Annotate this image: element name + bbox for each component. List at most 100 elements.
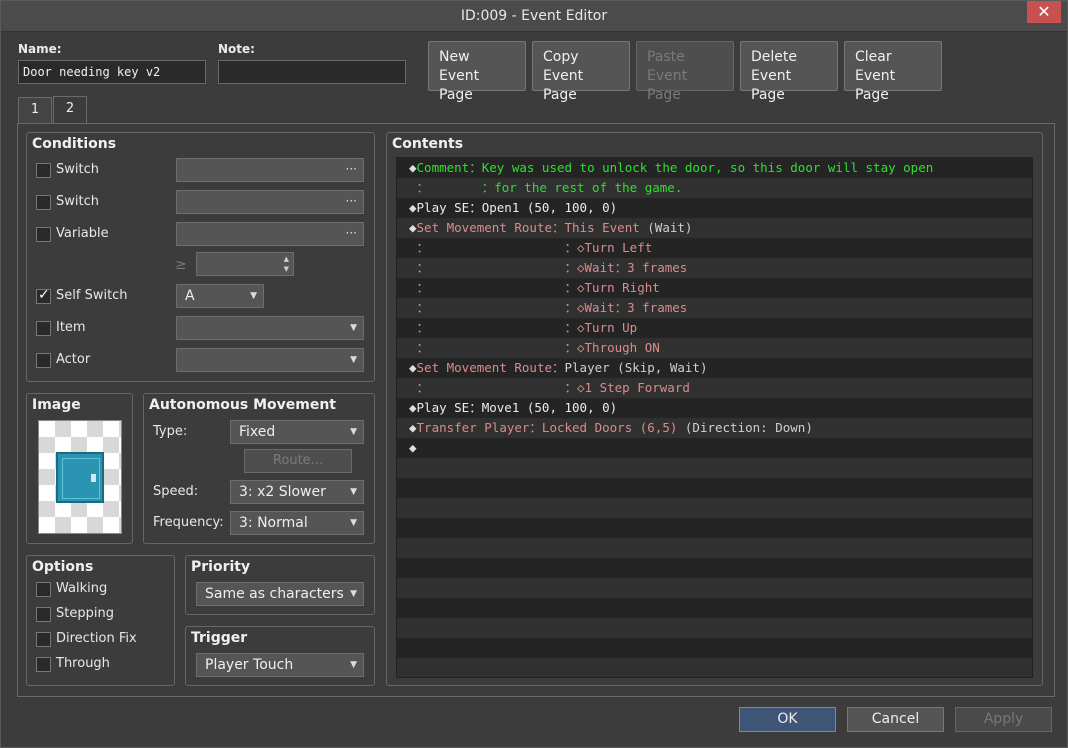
command-text: Play SE：Open1 (50, 100, 0) <box>416 200 618 215</box>
command-text: ： ：◇Turn Left <box>409 240 653 255</box>
actor-select[interactable]: ▼ <box>176 348 364 372</box>
command-row[interactable] <box>397 458 1032 478</box>
gte-symbol: ≥ <box>175 257 187 273</box>
speed-select[interactable]: 3: x2 Slower ▼ <box>230 480 364 504</box>
command-text: ： ：◇1 Step Forward <box>409 380 690 395</box>
switch1-picker[interactable]: ··· <box>176 158 364 182</box>
variable-value-spinner[interactable]: ▲ ▼ <box>196 252 294 276</box>
command-text: Comment：Key was used to unlock the door,… <box>416 160 934 175</box>
paste-event-page-button[interactable]: Paste Event Page <box>636 41 734 103</box>
note-input[interactable] <box>218 60 406 84</box>
item-select[interactable]: ▼ <box>176 316 364 340</box>
switch2-checkbox[interactable] <box>36 195 51 210</box>
command-row[interactable]: ： ：◇Wait：3 frames <box>397 298 1032 318</box>
apply-button[interactable]: Apply <box>955 707 1052 732</box>
self-switch-checkbox[interactable] <box>36 287 51 304</box>
command-text: ◆ <box>409 400 417 415</box>
command-row[interactable]: ： ：◇Turn Right <box>397 278 1032 298</box>
stepping-checkbox[interactable] <box>36 607 51 622</box>
options-title: Options <box>32 559 94 575</box>
chevron-down-icon: ▼ <box>350 589 357 599</box>
switch2-picker[interactable]: ··· <box>176 190 364 214</box>
command-text: ： ：◇Wait：3 frames <box>409 300 688 315</box>
copy-event-page-button[interactable]: Copy Event Page <box>532 41 630 103</box>
command-row[interactable] <box>397 658 1032 677</box>
command-row[interactable]: ◆Play SE：Open1 (50, 100, 0) <box>397 198 1032 218</box>
close-button[interactable]: ✕ <box>1027 1 1061 23</box>
new-event-page-button[interactable]: New Event Page <box>428 41 526 103</box>
clear-event-page-button[interactable]: Clear Event Page <box>844 41 942 103</box>
self-switch-select[interactable]: A ▼ <box>176 284 264 308</box>
event-graphic[interactable] <box>38 420 122 534</box>
command-row[interactable] <box>397 618 1032 638</box>
command-row[interactable] <box>397 578 1032 598</box>
command-row[interactable] <box>397 638 1032 658</box>
chevron-down-icon: ▼ <box>350 660 357 670</box>
direction-fix-label: Direction Fix <box>56 631 137 646</box>
command-row[interactable] <box>397 518 1032 538</box>
variable-picker[interactable]: ··· <box>176 222 364 246</box>
command-row[interactable]: ◆Transfer Player：Locked Doors (6,5) (Dir… <box>397 418 1032 438</box>
ellipsis-icon: ··· <box>345 226 357 240</box>
chevron-down-icon: ▼ <box>350 355 357 365</box>
ellipsis-icon: ··· <box>345 162 357 176</box>
command-text: Player (Skip, Wait) <box>564 360 708 375</box>
type-label: Type: <box>153 424 188 439</box>
spinner-arrows-icon[interactable]: ▲ ▼ <box>284 254 289 274</box>
command-row[interactable] <box>397 498 1032 518</box>
command-text: ： ：◇Turn Up <box>409 320 638 335</box>
door-sprite-icon <box>56 452 104 503</box>
command-text: ◆ <box>409 200 417 215</box>
command-row[interactable]: ◆Comment：Key was used to unlock the door… <box>397 158 1032 178</box>
walking-checkbox[interactable] <box>36 582 51 597</box>
command-text: Set Movement Route：This Event <box>416 220 648 235</box>
autonomous-movement-title: Autonomous Movement <box>149 397 336 413</box>
ellipsis-icon: ··· <box>345 194 357 208</box>
command-row[interactable] <box>397 538 1032 558</box>
command-row[interactable]: ◆Set Movement Route：Player (Skip, Wait) <box>397 358 1032 378</box>
speed-label: Speed: <box>153 484 199 499</box>
route-button[interactable]: Route... <box>244 449 352 473</box>
command-row[interactable]: ◆Play SE：Move1 (50, 100, 0) <box>397 398 1032 418</box>
through-checkbox[interactable] <box>36 657 51 672</box>
command-row[interactable]: ◆ <box>397 438 1032 458</box>
cancel-button[interactable]: Cancel <box>847 707 944 732</box>
switch1-label: Switch <box>56 162 99 177</box>
ok-button[interactable]: OK <box>739 707 836 732</box>
title-bar[interactable]: ID:009 - Event Editor ✕ <box>1 1 1067 32</box>
priority-title: Priority <box>191 559 251 575</box>
command-row[interactable]: ： ：◇1 Step Forward <box>397 378 1032 398</box>
chevron-down-icon: ▼ <box>350 518 357 528</box>
actor-checkbox[interactable] <box>36 353 51 368</box>
variable-checkbox[interactable] <box>36 227 51 242</box>
trigger-title: Trigger <box>191 630 248 646</box>
priority-select[interactable]: Same as characters ▼ <box>196 582 364 606</box>
command-text: ： ：◇Turn Right <box>409 280 660 295</box>
command-text: Play SE：Move1 (50, 100, 0) <box>416 400 618 415</box>
command-row[interactable]: ： ：◇Through ON <box>397 338 1032 358</box>
command-row[interactable]: ： ：◇Turn Up <box>397 318 1032 338</box>
direction-fix-checkbox[interactable] <box>36 632 51 647</box>
through-label: Through <box>56 656 110 671</box>
command-row[interactable]: ： ：◇Turn Left <box>397 238 1032 258</box>
name-input[interactable]: Door needing key v2 <box>18 60 206 84</box>
image-title: Image <box>32 397 81 413</box>
command-row[interactable] <box>397 478 1032 498</box>
item-checkbox[interactable] <box>36 321 51 336</box>
switch1-checkbox[interactable] <box>36 163 51 178</box>
trigger-select[interactable]: Player Touch ▼ <box>196 653 364 677</box>
command-row[interactable]: ： ：◇Wait：3 frames <box>397 258 1032 278</box>
event-command-list[interactable]: ◆ Comment：Key was used to unlock the door… <box>396 157 1033 678</box>
delete-event-page-button[interactable]: Delete Event Page <box>740 41 838 103</box>
command-row[interactable]: ◆Set Movement Route：This Event (Wait) <box>397 218 1032 238</box>
command-row[interactable] <box>397 558 1032 578</box>
movement-type-select[interactable]: Fixed ▼ <box>230 420 364 444</box>
command-row[interactable] <box>397 598 1032 618</box>
tab-page-2[interactable]: 2 <box>53 96 87 124</box>
command-text: ： ：◇Wait：3 frames <box>409 260 688 275</box>
frequency-select[interactable]: 3: Normal ▼ <box>230 511 364 535</box>
tab-page-1[interactable]: 1 <box>18 97 52 123</box>
stepping-label: Stepping <box>56 606 114 621</box>
command-row[interactable]: ： ：for the rest of the game. <box>397 178 1032 198</box>
note-label: Note: <box>218 42 255 56</box>
